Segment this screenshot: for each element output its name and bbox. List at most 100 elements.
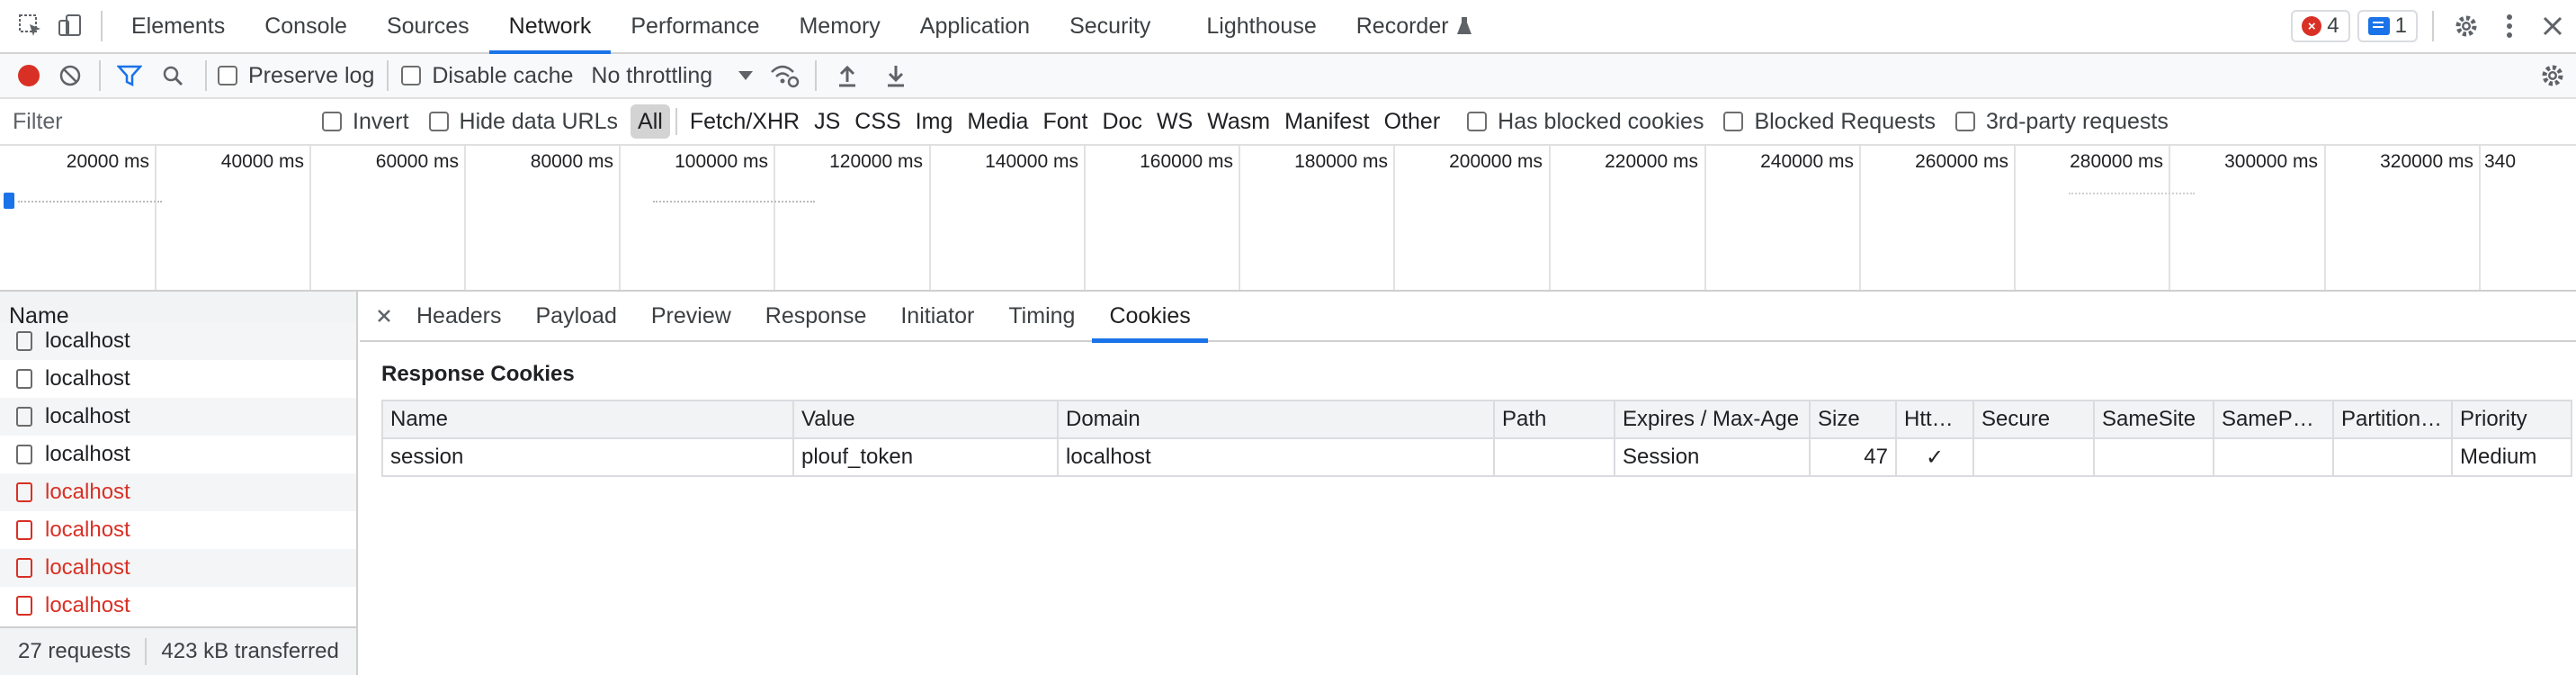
timeline-tick: 40000 ms bbox=[220, 151, 304, 172]
divider bbox=[387, 60, 389, 91]
clear-icon[interactable] bbox=[52, 58, 88, 94]
devtools-tab-bar: Elements Console Sources Network Perform… bbox=[0, 0, 2576, 55]
search-icon[interactable] bbox=[155, 58, 191, 94]
network-toolbar: Preserve log Disable cache No throttling bbox=[0, 54, 2576, 99]
request-row[interactable]: localhost bbox=[0, 322, 356, 360]
tab-sources[interactable]: Sources bbox=[367, 0, 489, 53]
cookie-size: 47 bbox=[1809, 437, 1897, 477]
preserve-log-checkbox[interactable] bbox=[218, 66, 237, 86]
type-filter-js[interactable]: JS bbox=[807, 104, 847, 139]
resource-type-filters: All Fetch/XHR JS CSS Img Media Font Doc … bbox=[631, 104, 1447, 139]
request-marker bbox=[4, 193, 14, 209]
tab-memory[interactable]: Memory bbox=[779, 0, 899, 53]
request-row[interactable]: localhost bbox=[0, 360, 356, 398]
errors-badge[interactable]: × 4 bbox=[2291, 10, 2350, 42]
messages-badge[interactable]: 1 bbox=[2357, 10, 2418, 42]
type-filter-all[interactable]: All bbox=[631, 104, 670, 139]
request-row-error[interactable]: localhost bbox=[0, 473, 356, 511]
device-toolbar-icon[interactable] bbox=[52, 8, 88, 44]
type-filter-manifest[interactable]: Manifest bbox=[1277, 104, 1376, 139]
throttling-select[interactable]: No throttling bbox=[591, 63, 754, 89]
filter-funnel-icon[interactable] bbox=[112, 58, 148, 94]
tab-payload[interactable]: Payload bbox=[519, 291, 634, 341]
tab-performance[interactable]: Performance bbox=[611, 0, 779, 53]
col-samesite[interactable]: SameSite bbox=[2093, 400, 2214, 439]
type-filter-img[interactable]: Img bbox=[908, 104, 961, 139]
filter-input[interactable]: Filter bbox=[4, 103, 300, 140]
timeline-tick: 220000 ms bbox=[1605, 151, 1698, 172]
close-devtools-icon[interactable] bbox=[2535, 8, 2571, 44]
grid-line bbox=[2479, 146, 2481, 290]
disable-cache-label: Disable cache bbox=[432, 62, 574, 88]
col-domain[interactable]: Domain bbox=[1057, 400, 1495, 439]
tab-timing[interactable]: Timing bbox=[991, 291, 1092, 341]
type-filter-media[interactable]: Media bbox=[960, 104, 1035, 139]
document-icon bbox=[16, 407, 32, 427]
tab-elements[interactable]: Elements bbox=[112, 0, 245, 53]
col-sameparty[interactable]: SameParty bbox=[2213, 400, 2334, 439]
col-value[interactable]: Value bbox=[792, 400, 1059, 439]
disable-cache-checkbox[interactable] bbox=[401, 66, 422, 86]
type-filter-font[interactable]: Font bbox=[1035, 104, 1095, 139]
col-size[interactable]: Size bbox=[1809, 400, 1897, 439]
request-row[interactable]: localhost bbox=[0, 398, 356, 436]
tab-console[interactable]: Console bbox=[245, 0, 367, 53]
type-filter-doc[interactable]: Doc bbox=[1095, 104, 1149, 139]
inspect-element-icon[interactable] bbox=[13, 8, 49, 44]
type-filter-fetch-xhr[interactable]: Fetch/XHR bbox=[683, 104, 807, 139]
tab-recorder[interactable]: Recorder bbox=[1337, 0, 1492, 53]
has-blocked-cookies-checkbox[interactable] bbox=[1467, 112, 1488, 131]
tab-cookies[interactable]: Cookies bbox=[1092, 291, 1209, 343]
tab-security[interactable]: Security bbox=[1050, 0, 1170, 53]
timeline-tick: 320000 ms bbox=[2380, 151, 2473, 172]
record-button[interactable] bbox=[11, 58, 47, 94]
type-filter-css[interactable]: CSS bbox=[847, 104, 908, 139]
blocked-requests-checkbox[interactable] bbox=[1723, 112, 1744, 131]
tab-initiator[interactable]: Initiator bbox=[883, 291, 991, 341]
tab-preview[interactable]: Preview bbox=[634, 291, 748, 341]
settings-gear-icon[interactable] bbox=[2448, 8, 2484, 44]
divider bbox=[99, 60, 101, 91]
type-filter-ws[interactable]: WS bbox=[1149, 104, 1200, 139]
tab-response[interactable]: Response bbox=[748, 291, 884, 341]
third-party-requests-checkbox[interactable] bbox=[1954, 112, 1975, 131]
import-har-icon[interactable] bbox=[829, 58, 865, 94]
invert-checkbox[interactable] bbox=[322, 112, 342, 131]
tab-headers[interactable]: Headers bbox=[399, 291, 519, 341]
more-options-icon[interactable] bbox=[2491, 8, 2527, 44]
request-row-error[interactable]: localhost bbox=[0, 511, 356, 549]
request-row-error[interactable]: localhost bbox=[0, 587, 356, 625]
col-name[interactable]: Name bbox=[381, 400, 794, 439]
network-settings-gear-icon[interactable] bbox=[2535, 58, 2571, 94]
col-httponly[interactable]: HttpOnly bbox=[1895, 400, 1974, 439]
document-icon bbox=[16, 482, 32, 502]
document-icon bbox=[16, 331, 32, 351]
divider bbox=[675, 108, 677, 135]
network-overview-timeline[interactable]: 20000 ms 40000 ms 60000 ms 80000 ms 1000… bbox=[0, 146, 2576, 292]
cookie-expires: Session bbox=[1614, 437, 1811, 477]
col-priority[interactable]: Priority bbox=[2451, 400, 2572, 439]
cookie-secure bbox=[1972, 437, 2095, 477]
cookie-row[interactable]: session plouf_token localhost Session 47… bbox=[381, 437, 2572, 477]
type-filter-other[interactable]: Other bbox=[1377, 104, 1448, 139]
details-tab-bar: Headers Payload Preview Response Initiat… bbox=[360, 291, 2576, 343]
hide-data-urls-checkbox[interactable] bbox=[428, 112, 449, 131]
close-details-icon[interactable] bbox=[369, 298, 399, 334]
request-row[interactable]: localhost bbox=[0, 436, 356, 473]
col-partition-key[interactable]: Partition Key bbox=[2332, 400, 2453, 439]
timeline-tick: 80000 ms bbox=[530, 151, 613, 172]
tab-lighthouse[interactable]: Lighthouse bbox=[1186, 0, 1336, 53]
tab-application[interactable]: Application bbox=[900, 0, 1050, 53]
export-har-icon[interactable] bbox=[878, 58, 914, 94]
transferred-size: 423 kB transferred bbox=[161, 639, 339, 663]
divider bbox=[815, 60, 818, 91]
tab-network[interactable]: Network bbox=[488, 0, 612, 55]
col-secure[interactable]: Secure bbox=[1972, 400, 2095, 439]
col-path[interactable]: Path bbox=[1493, 400, 1615, 439]
invert-label: Invert bbox=[353, 108, 409, 134]
request-row-error[interactable]: localhost bbox=[0, 549, 356, 587]
timeline-tick: 300000 ms bbox=[2224, 151, 2318, 172]
network-conditions-icon[interactable] bbox=[766, 58, 802, 94]
type-filter-wasm[interactable]: Wasm bbox=[1200, 104, 1277, 139]
col-expires[interactable]: Expires / Max-Age bbox=[1614, 400, 1811, 439]
